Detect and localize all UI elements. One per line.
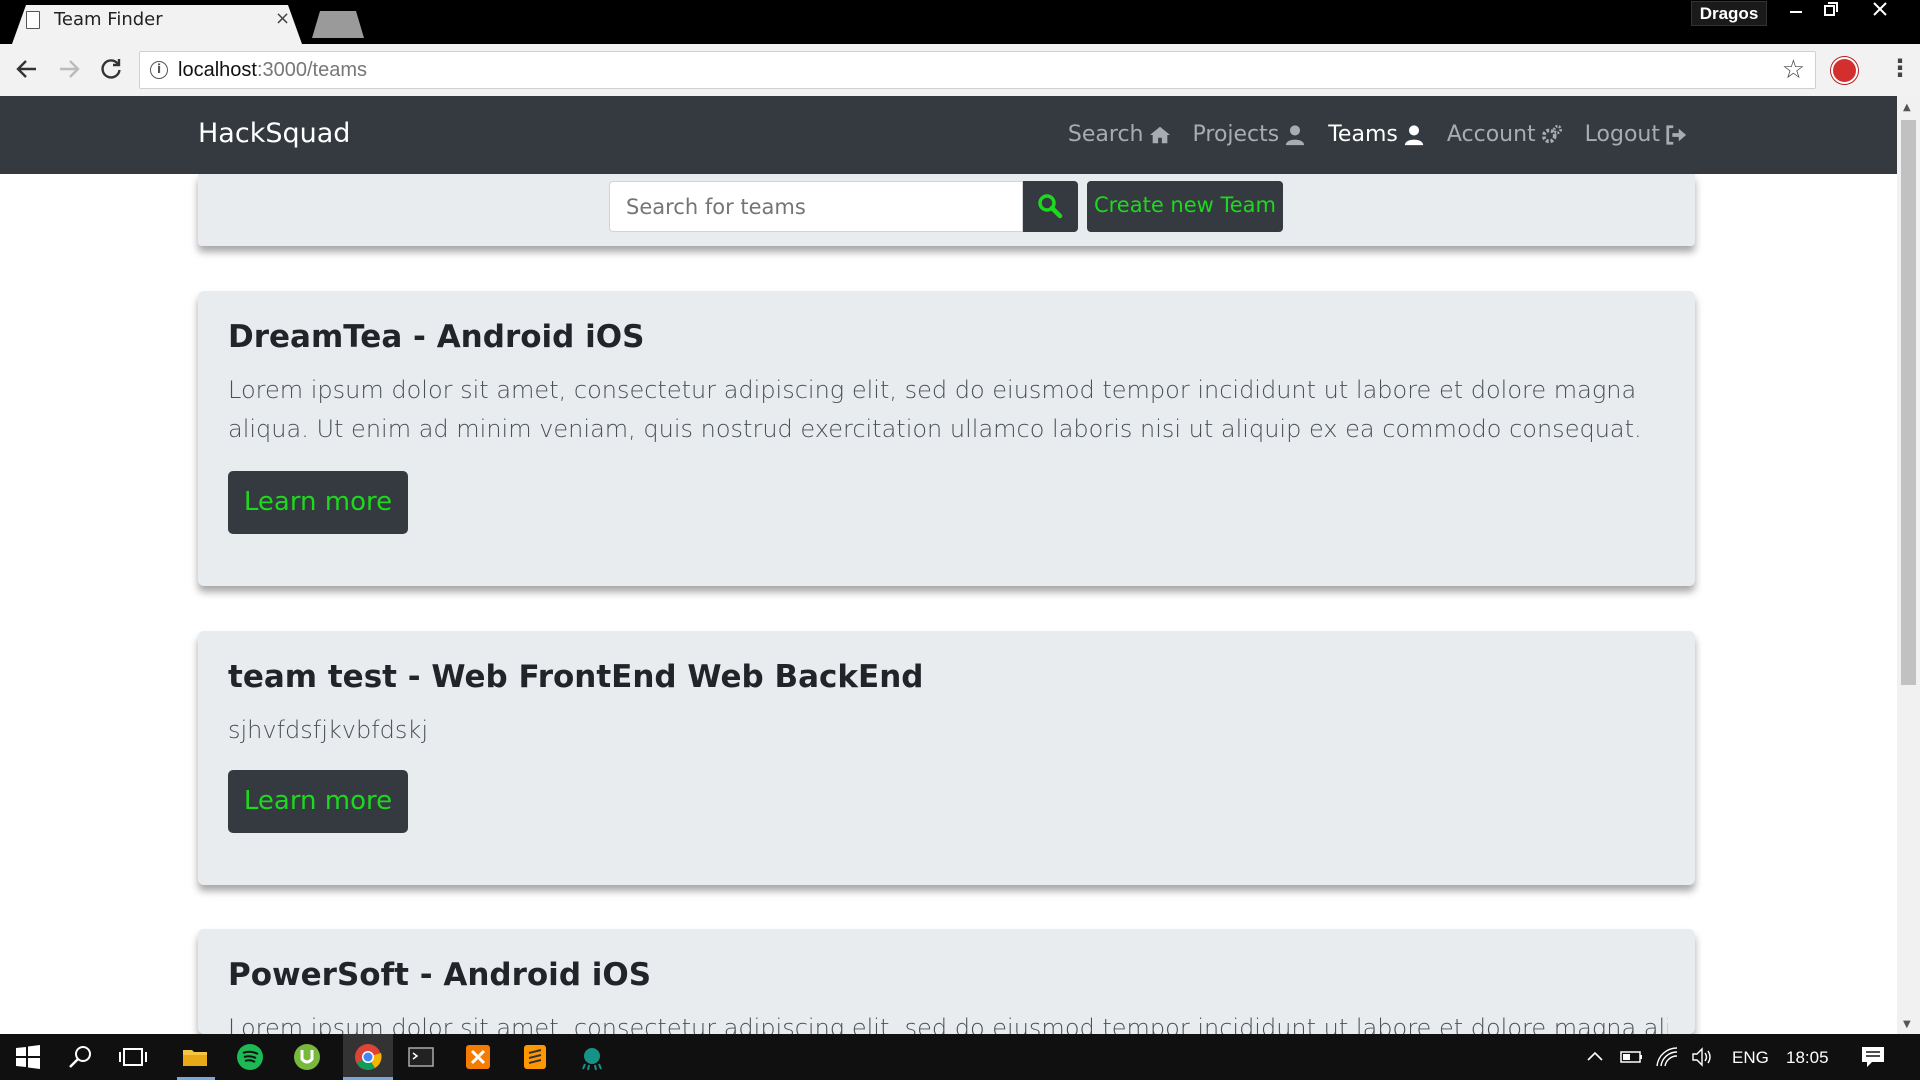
wifi-icon[interactable] [1655, 1046, 1679, 1068]
team-card: team test - Web FrontEnd Web BackEnd sjh… [198, 631, 1695, 885]
team-description: Lorem ipsum dolor sit amet, consectetur … [228, 1014, 1668, 1034]
scroll-thumb[interactable] [1901, 120, 1916, 685]
chevron-up-icon[interactable] [1585, 1047, 1605, 1067]
address-bar[interactable]: i localhost:3000/teams ☆ [139, 51, 1816, 89]
scroll-down-arrow[interactable]: ▼ [1903, 1019, 1911, 1030]
nav-link-teams[interactable]: Teams [1328, 122, 1425, 147]
browser-menu-icon[interactable]: ⋮ [1888, 54, 1912, 82]
gitkraken-icon[interactable] [577, 1042, 607, 1072]
forward-icon[interactable] [56, 56, 82, 87]
sublime-text-icon[interactable] [520, 1042, 550, 1072]
team-description: sjhvfdsfjkvbfdskj [228, 716, 428, 744]
language-indicator[interactable]: ENG [1732, 1048, 1769, 1068]
xampp-icon[interactable] [463, 1042, 493, 1072]
tab-close-icon[interactable]: × [275, 8, 290, 29]
app-navbar: HackSquad Search Projects Teams Account … [0, 96, 1897, 174]
windows-taskbar: ENG 18:05 [0, 1034, 1920, 1080]
browser-titlebar: Team Finder × Dragos [0, 0, 1920, 44]
team-title: PowerSoft - Android iOS [228, 957, 652, 993]
create-team-button[interactable]: Create new Team [1087, 181, 1283, 232]
user-icon [1286, 124, 1305, 145]
battery-icon[interactable] [1620, 1047, 1644, 1067]
nav-link-logout[interactable]: Logout [1585, 122, 1687, 147]
spotify-icon[interactable] [235, 1042, 265, 1072]
team-title: team test - Web FrontEnd Web BackEnd [228, 659, 924, 695]
profile-button[interactable]: Dragos [1691, 1, 1767, 26]
minimize-icon[interactable] [1781, 0, 1811, 26]
learn-more-button[interactable]: Learn more [228, 471, 408, 534]
nav-links: Search Projects Teams Account Logout [1068, 122, 1687, 147]
url-host: localhost [178, 59, 257, 81]
nav-link-label: Search [1067, 122, 1144, 147]
team-card: PowerSoft - Android iOS Lorem ipsum dolo… [198, 929, 1695, 1034]
url-text[interactable]: localhost:3000/teams [178, 59, 367, 82]
home-icon [1149, 126, 1170, 143]
team-title: DreamTea - Android iOS [228, 319, 645, 355]
nav-link-projects[interactable]: Projects [1193, 122, 1307, 147]
notifications-icon[interactable] [1860, 1045, 1886, 1069]
tab-title[interactable]: Team Finder [54, 9, 163, 30]
nav-link-account[interactable]: Account [1447, 122, 1563, 147]
window-close-icon[interactable] [1865, 0, 1895, 26]
utorrent-icon[interactable] [292, 1042, 322, 1072]
search-button[interactable] [1023, 181, 1078, 232]
search-icon [1038, 194, 1063, 219]
file-explorer-icon[interactable] [180, 1042, 210, 1072]
windows-start-icon[interactable] [13, 1042, 43, 1072]
learn-more-button[interactable]: Learn more [228, 770, 408, 833]
extension-icon[interactable] [1831, 57, 1858, 84]
brand-logo[interactable]: HackSquad [198, 118, 350, 149]
volume-icon[interactable] [1690, 1046, 1714, 1068]
info-icon[interactable]: i [150, 61, 168, 79]
scroll-up-arrow[interactable]: ▲ [1903, 102, 1911, 113]
chrome-icon[interactable] [353, 1042, 383, 1072]
nav-link-label: Teams [1328, 122, 1398, 147]
nav-link-search[interactable]: Search [1068, 122, 1171, 147]
terminal-icon[interactable] [406, 1042, 436, 1072]
page-icon [26, 11, 40, 29]
search-panel: Create new Team [198, 174, 1695, 246]
nav-link-label: Account [1446, 122, 1536, 147]
nav-link-label: Logout [1584, 122, 1660, 147]
task-view-icon[interactable] [118, 1042, 148, 1072]
user-icon [1404, 124, 1424, 145]
new-tab-button[interactable] [312, 11, 364, 38]
search-input[interactable] [609, 181, 1023, 232]
team-description: Lorem ipsum dolor sit amet, consectetur … [228, 376, 1642, 443]
nav-link-label: Projects [1192, 122, 1280, 147]
team-card: DreamTea - Android iOS Lorem ipsum dolor… [198, 291, 1695, 586]
sign-out-icon [1666, 124, 1687, 145]
page-scrollbar[interactable]: ▲ ▼ [1897, 96, 1920, 1034]
url-path: :3000/teams [256, 59, 368, 81]
bookmark-star-icon[interactable]: ☆ [1782, 55, 1805, 85]
clock[interactable]: 18:05 [1786, 1048, 1829, 1068]
back-icon[interactable] [14, 56, 40, 87]
search-icon[interactable] [66, 1042, 96, 1072]
gears-icon [1541, 124, 1562, 143]
restore-icon[interactable] [1816, 0, 1846, 26]
browser-toolbar: i localhost:3000/teams ☆ ⋮ [0, 44, 1920, 96]
reload-icon[interactable] [98, 56, 124, 87]
